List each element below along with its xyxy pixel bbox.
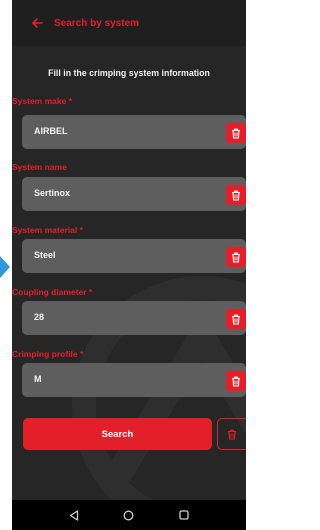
nav-recents-icon[interactable] — [176, 507, 192, 523]
system-material-input[interactable]: Steel — [22, 239, 246, 273]
reset-form-button[interactable] — [217, 418, 246, 450]
trash-icon — [232, 128, 240, 139]
field-label: System material * — [12, 225, 83, 235]
field-label: Coupling diameter * — [12, 287, 93, 297]
phone-screen: Search by system Fill in the crimping sy… — [12, 0, 246, 530]
field-value: Steel — [34, 250, 56, 260]
clear-system-name-button[interactable] — [226, 185, 246, 205]
clear-coupling-diameter-button[interactable] — [226, 309, 246, 329]
field-value: Sertinox — [34, 188, 71, 198]
system-make-input[interactable]: AIRBEL — [22, 115, 246, 149]
trash-icon — [232, 314, 240, 325]
field-label: System name — [12, 162, 67, 172]
field-value: 28 — [34, 312, 45, 322]
coupling-diameter-input[interactable]: 28 — [22, 301, 246, 335]
nav-back-icon[interactable] — [66, 507, 82, 523]
form-content: Fill in the crimping system information … — [12, 46, 246, 500]
form-instructions: Fill in the crimping system information — [48, 68, 210, 78]
page-title: Search by system — [54, 17, 140, 29]
system-navigation-bar — [12, 500, 246, 530]
trash-icon — [232, 252, 240, 263]
back-arrow-icon[interactable] — [30, 16, 44, 30]
trash-icon — [232, 376, 240, 387]
crimping-profile-input[interactable]: M — [22, 363, 246, 397]
trash-icon — [228, 429, 236, 440]
clear-system-material-button[interactable] — [226, 247, 246, 267]
field-value: AIRBEL — [34, 126, 68, 136]
field-label: Crimping profile * — [12, 349, 84, 359]
app-bar: Search by system — [12, 0, 246, 46]
trash-icon — [232, 190, 240, 201]
side-pointer-icon — [0, 256, 10, 278]
clear-crimping-profile-button[interactable] — [226, 371, 246, 391]
field-label: System make * — [12, 96, 73, 106]
nav-home-icon[interactable] — [121, 507, 137, 523]
clear-system-make-button[interactable] — [226, 123, 246, 143]
search-button[interactable]: Search — [23, 418, 212, 450]
system-name-input[interactable]: Sertinox — [22, 177, 246, 211]
field-value: M — [34, 374, 42, 384]
